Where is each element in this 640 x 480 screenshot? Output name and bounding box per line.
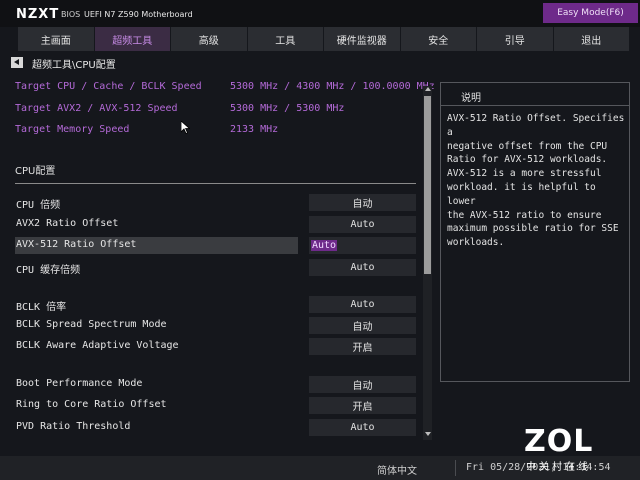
scroll-down-arrow-icon[interactable] [425, 432, 431, 436]
setting-value[interactable]: Auto [309, 296, 416, 313]
tab-hardware-monitor[interactable]: 硬件监视器 [324, 27, 400, 51]
setting-value[interactable]: Auto [309, 419, 416, 436]
target-value: 2133 MHz [230, 124, 279, 135]
setting-row-cache-ratio[interactable]: CPU 缓存倍频 Auto [15, 259, 416, 276]
tab-tools[interactable]: 工具 [247, 27, 323, 51]
tab-advanced[interactable]: 高级 [171, 27, 247, 51]
setting-value-text: Auto [311, 240, 338, 251]
tab-boot[interactable]: 引导 [477, 27, 553, 51]
setting-label: CPU 缓存倍频 [16, 265, 81, 276]
setting-value[interactable]: Auto [309, 216, 416, 233]
help-title: 说明 [461, 93, 481, 104]
setting-label: BCLK Spread Spectrum Mode [16, 319, 167, 330]
setting-value[interactable]: 开启 [309, 338, 416, 355]
setting-value[interactable]: Auto [309, 237, 416, 254]
tab-overclocking[interactable]: 超频工具 [94, 27, 170, 51]
scrollbar-thumb[interactable] [424, 96, 431, 274]
zol-watermark-subtitle: 中关村在线 [526, 462, 591, 473]
top-header: NZXT BIOS UEFI N7 Z590 Motherboard Easy … [0, 0, 640, 27]
target-label: Target Memory Speed [15, 124, 130, 135]
breadcrumb: 超频工具\CPU配置 [32, 60, 116, 71]
target-value: 5300 MHz / 4300 MHz / 100.0000 MHz [230, 81, 435, 92]
help-text: AVX-512 Ratio Offset. Specifies a negati… [447, 113, 625, 249]
footer-divider [455, 460, 456, 476]
setting-label: PVD Ratio Threshold [16, 421, 131, 432]
setting-row-bclk-spread[interactable]: BCLK Spread Spectrum Mode 自动 [15, 317, 416, 334]
setting-value[interactable]: 自动 [309, 376, 416, 393]
setting-label: CPU 倍频 [16, 200, 61, 211]
target-label: Target CPU / Cache / BCLK Speed [15, 81, 202, 92]
setting-row-avx2-offset[interactable]: AVX2 Ratio Offset Auto [15, 216, 416, 233]
bios-label: BIOS [61, 10, 81, 19]
back-arrow-icon[interactable] [11, 57, 23, 68]
section-title: CPU配置 [15, 166, 56, 177]
section-divider [15, 183, 416, 184]
help-panel: 说明 AVX-512 Ratio Offset. Specifies a neg… [440, 82, 630, 382]
motherboard-model: UEFI N7 Z590 Motherboard [84, 10, 193, 19]
target-label: Target AVX2 / AVX-512 Speed [15, 103, 178, 114]
easy-mode-button[interactable]: Easy Mode(F6) [543, 3, 638, 23]
language-selector[interactable]: 简体中文 [377, 462, 417, 477]
setting-row-pvd-threshold[interactable]: PVD Ratio Threshold Auto [15, 419, 416, 436]
setting-label: Boot Performance Mode [16, 378, 143, 389]
main-menu: 主画面 超频工具 高级 工具 硬件监视器 安全 引导 退出 [18, 27, 630, 51]
setting-value[interactable]: 自动 [309, 194, 416, 211]
setting-label: BCLK Aware Adaptive Voltage [16, 340, 179, 351]
setting-label: Ring to Core Ratio Offset [16, 399, 167, 410]
settings-panel: Target CPU / Cache / BCLK Speed 5300 MHz… [0, 76, 435, 444]
setting-label: AVX-512 Ratio Offset [16, 239, 137, 250]
setting-value[interactable]: Auto [309, 259, 416, 276]
brand-logo: NZXT [16, 7, 60, 22]
setting-label: AVX2 Ratio Offset [16, 218, 119, 229]
help-divider [441, 105, 629, 106]
setting-label: BCLK 倍率 [16, 302, 67, 313]
setting-row-boot-performance[interactable]: Boot Performance Mode 自动 [15, 376, 416, 393]
scroll-up-arrow-icon[interactable] [425, 87, 431, 91]
setting-row-bclk-ratio[interactable]: BCLK 倍率 Auto [15, 296, 416, 313]
zol-watermark-logo: ZOL [524, 424, 594, 459]
setting-value[interactable]: 开启 [309, 397, 416, 414]
setting-value[interactable]: 自动 [309, 317, 416, 334]
target-value: 5300 MHz / 5300 MHz [230, 103, 345, 114]
tab-main[interactable]: 主画面 [18, 27, 94, 51]
tab-exit[interactable]: 退出 [553, 27, 629, 51]
tab-security[interactable]: 安全 [400, 27, 476, 51]
setting-row-ring-core-offset[interactable]: Ring to Core Ratio Offset 开启 [15, 397, 416, 414]
setting-row-bclk-adaptive-voltage[interactable]: BCLK Aware Adaptive Voltage 开启 [15, 338, 416, 355]
setting-row-cpu-ratio[interactable]: CPU 倍频 自动 [15, 194, 416, 211]
setting-row-avx512-offset[interactable]: AVX-512 Ratio Offset Auto [15, 237, 416, 254]
